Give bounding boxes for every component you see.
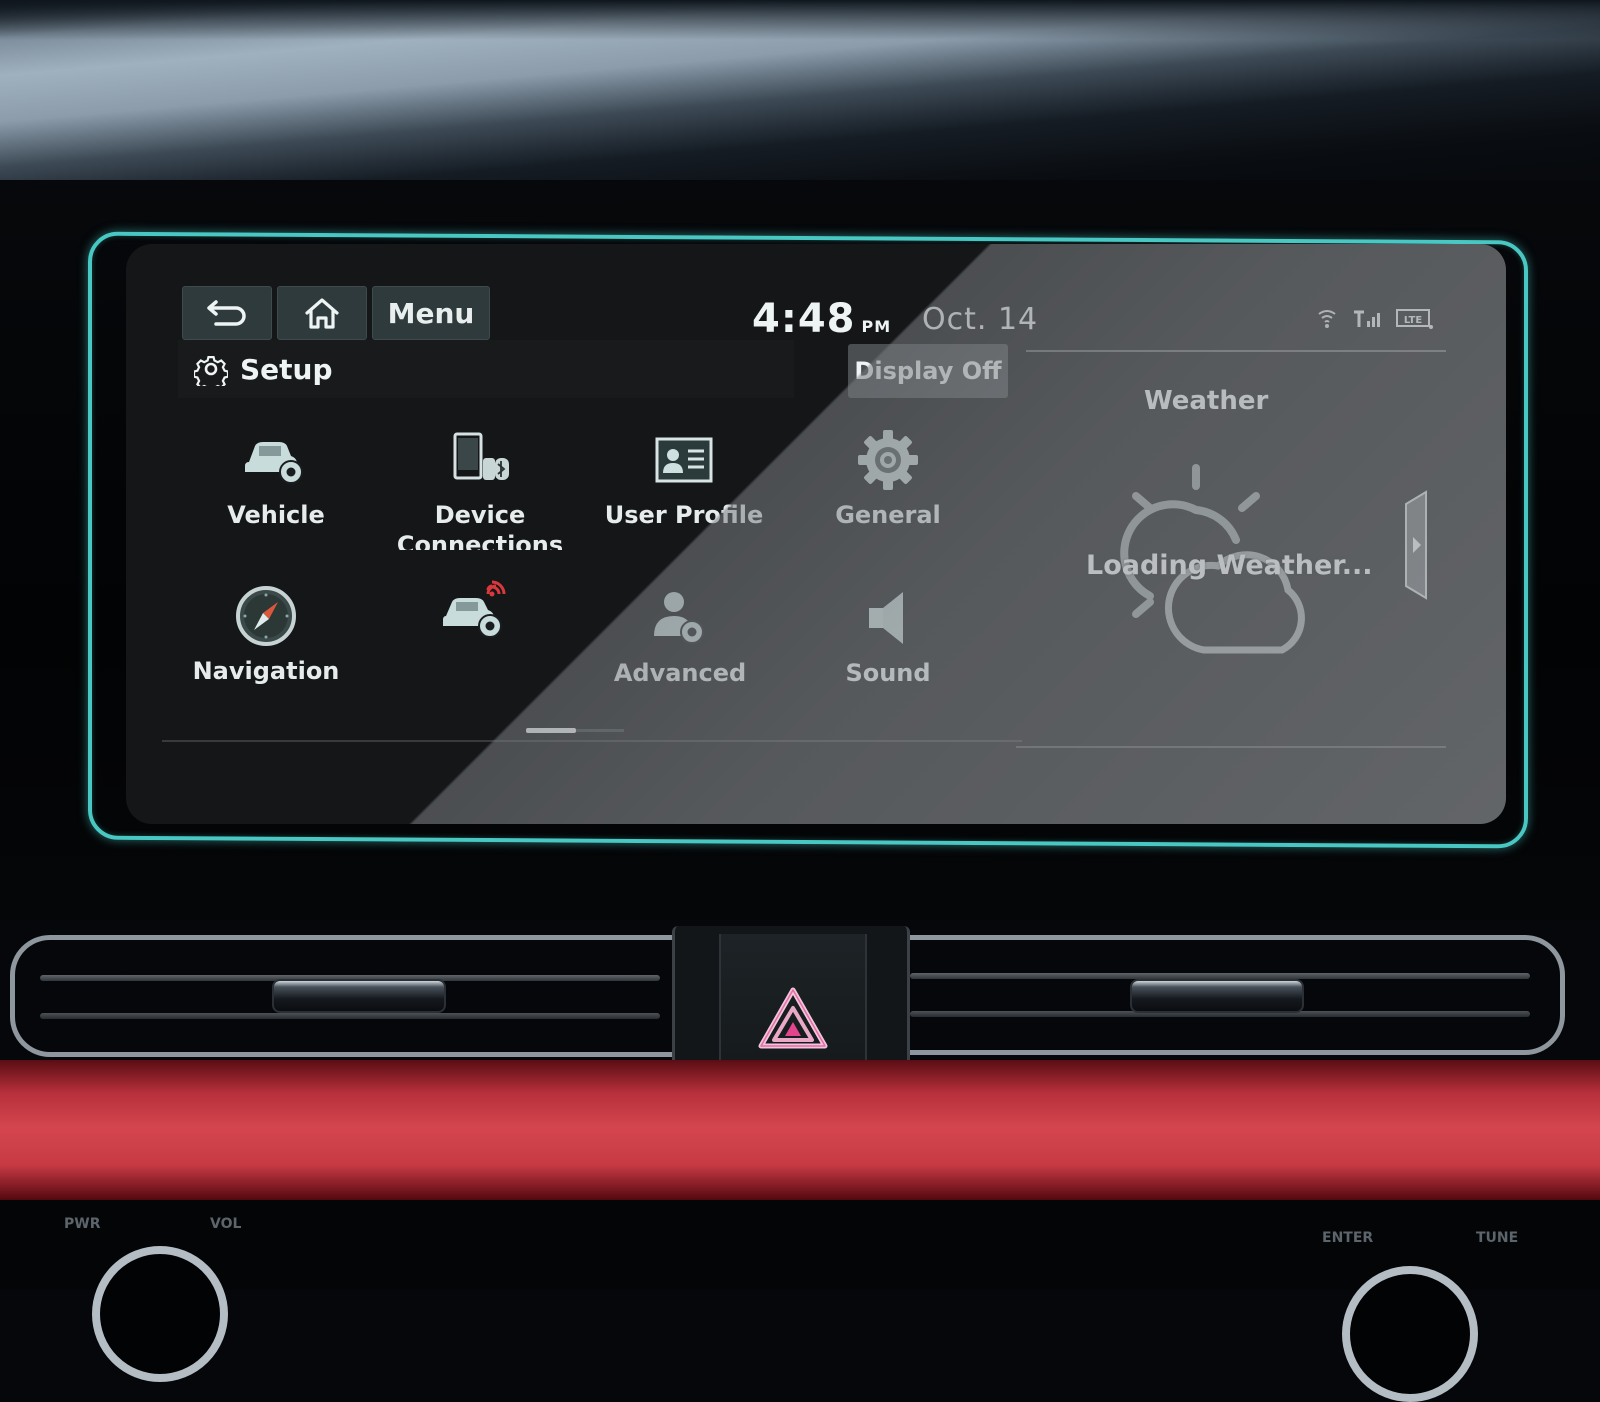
- lte-icon: LTE: [1396, 309, 1433, 329]
- compass-icon: [236, 586, 296, 646]
- infotainment-screen: Menu 4:48 PM Oct. 14 LTE Setup Display O…: [126, 244, 1506, 824]
- menu-label-device-connections: Device Connections: [396, 501, 564, 550]
- console-label-vol: VOL: [210, 1216, 242, 1232]
- lower-console: PWR VOL ENTER TUNE: [0, 1200, 1600, 1402]
- user-gear-icon: [654, 592, 704, 644]
- back-button[interactable]: [182, 286, 272, 340]
- menu-item-general[interactable]: General: [788, 424, 988, 564]
- home-button[interactable]: [277, 286, 367, 340]
- clock-time: 4:48: [752, 296, 856, 342]
- speaker-icon: [869, 592, 903, 644]
- menu-button[interactable]: Menu: [372, 286, 490, 340]
- menu-item-sound[interactable]: Sound: [788, 582, 988, 722]
- menu-button-label: Menu: [387, 296, 475, 330]
- gear-icon: [858, 430, 918, 490]
- status-icons: LTE: [1316, 308, 1434, 330]
- date: Oct. 14: [922, 302, 1039, 337]
- home-icon: [305, 298, 339, 329]
- menu-item-user-profile[interactable]: User Profile: [584, 424, 784, 564]
- weather-bottom-divider: [1016, 746, 1446, 748]
- signal-bars-icon: [1354, 310, 1380, 327]
- menu-label-navigation: Navigation: [192, 657, 340, 685]
- wifi-icon: [1318, 310, 1336, 328]
- bottom-divider: [162, 740, 1022, 742]
- display-off-label: Display Off: [854, 357, 1002, 385]
- console-label-enter: ENTER: [1322, 1230, 1374, 1246]
- volume-knob[interactable]: [92, 1246, 228, 1382]
- air-vent-right: [860, 935, 1600, 1065]
- hazard-triangle-icon: [758, 987, 828, 1049]
- connected-car-icon: [443, 580, 506, 638]
- setup-title-bar: Setup: [178, 340, 794, 398]
- menu-item-vehicle[interactable]: Vehicle: [176, 424, 376, 564]
- menu-label-general: General: [835, 501, 941, 529]
- clock: 4:48 PM: [752, 296, 891, 342]
- id-card-icon: [655, 437, 713, 483]
- header-divider: [1026, 350, 1446, 352]
- menu-label-advanced: Advanced: [613, 659, 747, 687]
- tune-knob[interactable]: [1342, 1266, 1478, 1402]
- clock-ampm: PM: [861, 317, 892, 336]
- menu-item-connected-car[interactable]: [376, 574, 576, 714]
- menu-item-advanced[interactable]: Advanced: [580, 582, 780, 722]
- menu-label-user-profile: User Profile: [604, 501, 764, 529]
- page-dot[interactable]: [576, 729, 624, 732]
- setup-title: Setup: [240, 352, 333, 386]
- menu-label-vehicle: Vehicle: [227, 501, 325, 529]
- console-label-tune: TUNE: [1476, 1230, 1519, 1246]
- console-label-pwr: PWR: [64, 1216, 101, 1232]
- menu-item-navigation[interactable]: Navigation: [166, 580, 366, 720]
- gear-icon: [194, 355, 228, 386]
- back-arrow-icon: [207, 300, 246, 326]
- menu-label-sound: Sound: [845, 659, 931, 687]
- weather-title: Weather: [1144, 386, 1269, 416]
- air-vent-left: [0, 935, 735, 1065]
- lte-label: LTE: [1404, 315, 1423, 326]
- chevron-right-icon[interactable]: [1402, 490, 1430, 600]
- red-dashboard-trim: [0, 1060, 1600, 1210]
- phone-bluetooth-icon: [453, 432, 509, 480]
- setup-menu-grid: Vehicle Device Connections User Profile …: [186, 424, 1006, 724]
- car-gear-icon: [245, 442, 303, 484]
- vent-adjuster-right[interactable]: [1130, 979, 1304, 1013]
- vent-adjuster-left[interactable]: [272, 979, 446, 1013]
- display-off-button[interactable]: Display Off: [848, 344, 1008, 398]
- weather-loading-text: Loading Weather...: [1086, 550, 1373, 581]
- page-indicator[interactable]: [526, 728, 626, 734]
- menu-item-device-connections[interactable]: Device Connections: [380, 424, 580, 564]
- page-dot-active[interactable]: [526, 728, 576, 733]
